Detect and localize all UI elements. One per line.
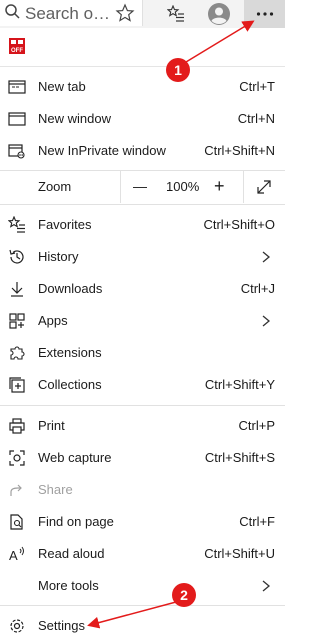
annotation-overlay	[87, 20, 255, 629]
annotation-arrow-2	[87, 601, 177, 629]
annotation-callout-1: 1	[166, 58, 190, 82]
annotation-callout-2: 2	[172, 583, 196, 607]
annotation-arrow-1	[185, 20, 255, 63]
